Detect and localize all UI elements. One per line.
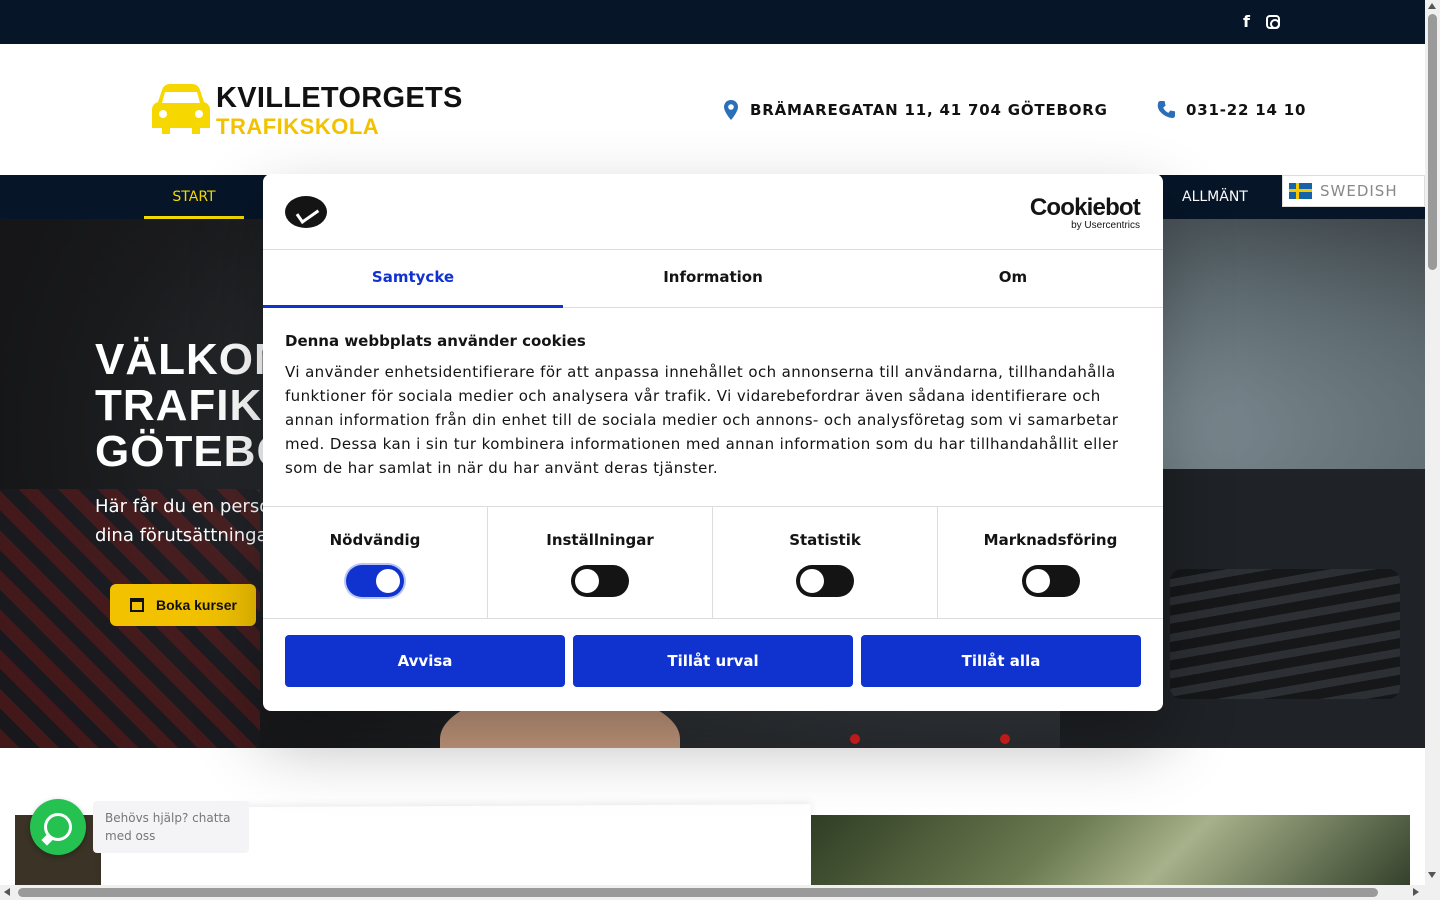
dialog-body: Denna webbplats använder cookies Vi anvä… [285,332,1141,480]
toggle-label: Inställningar [546,531,654,549]
red-light-dot [1000,734,1010,744]
cookie-consent-dialog: Cookiebot by Usercentrics Samtycke Infor… [263,174,1163,711]
logo-title[interactable]: KVILLETORGETS [216,82,463,115]
vertical-scrollbar[interactable] [1425,0,1440,900]
toggle-label: Marknadsföring [983,531,1118,549]
allow-all-button[interactable]: Tillåt alla [861,635,1141,687]
dialog-heading: Denna webbplats använder cookies [285,332,586,350]
phone-block[interactable]: 031-22 14 10 [1157,100,1306,119]
whatsapp-chat-button[interactable] [30,799,86,855]
tab-information[interactable]: Information [563,250,863,308]
consent-toggles: Nödvändig Inställningar Statistik Markna… [263,506,1163,619]
book-courses-button[interactable]: Boka kurser [110,584,256,626]
chat-help-label[interactable]: Behövs hjälp? chatta med oss [93,801,249,853]
toggle-knob [575,569,599,593]
air-vent-image-area [1170,569,1400,699]
dialog-header: Cookiebot by Usercentrics [263,174,1163,250]
address-text: BRÄMAREGATAN 11, 41 704 GÖTEBORG [750,101,1108,119]
swedish-flag-icon [1289,183,1312,199]
tab-samtycke[interactable]: Samtycke [263,250,563,308]
horizontal-scrollbar[interactable] [0,885,1425,900]
language-label: SWEDISH [1320,182,1398,200]
right-image-area [811,815,1410,888]
brand-name: Cookiebot [1029,194,1141,221]
hero-subtitle-line: Här får du en perso [95,496,271,517]
preferences-toggle[interactable] [571,565,629,597]
toggle-group-marknadsforing: Marknadsföring [938,507,1163,619]
book-courses-label: Boka kurser [156,597,237,613]
necessary-toggle[interactable] [346,565,404,597]
language-selector[interactable]: SWEDISH [1282,175,1425,207]
vertical-scroll-thumb[interactable] [1428,14,1437,270]
phone-text[interactable]: 031-22 14 10 [1186,101,1306,119]
toggle-label: Nödvändig [329,531,421,549]
nav-item-allmant[interactable]: ALLMÄNT [1182,175,1248,219]
scroll-left-arrow-icon[interactable] [4,888,10,896]
top-bar: f [0,0,1425,44]
location-pin-icon [724,100,738,120]
toggle-group-statistik: Statistik [713,507,938,619]
statistics-toggle[interactable] [796,565,854,597]
whatsapp-icon [44,813,72,841]
instagram-icon[interactable] [1266,15,1280,29]
brand-sub: by Usercentrics [1071,220,1140,231]
toggle-knob [376,569,400,593]
car-logo-icon[interactable] [152,84,210,136]
scroll-down-arrow-icon[interactable] [1428,872,1436,878]
toggle-knob [800,569,824,593]
phone-icon [1157,100,1176,119]
calendar-icon [130,598,144,612]
dialog-tabs: Samtycke Information Om [263,250,1163,308]
site-header: KVILLETORGETS TRAFIKSKOLA BRÄMAREGATAN 1… [0,44,1425,175]
scroll-up-arrow-icon[interactable] [1428,3,1436,9]
dialog-text: Vi använder enhetsidentifierare för att … [285,363,1119,477]
toggle-group-nodvandig: Nödvändig [263,507,488,619]
toggle-label: Statistik [789,531,861,549]
dialog-buttons: Avvisa Tillåt urval Tillåt alla [285,635,1141,687]
tab-om[interactable]: Om [863,250,1163,308]
logo-subtitle[interactable]: TRAFIKSKOLA [216,114,379,140]
address-block: BRÄMAREGATAN 11, 41 704 GÖTEBORG [724,100,1108,120]
toggle-knob [1025,569,1050,593]
hero-subtitle: Här får du en perso dina förutsättninga [95,492,270,550]
horizontal-scroll-thumb[interactable] [18,888,1378,897]
marketing-toggle[interactable] [1021,565,1080,597]
toggle-group-installningar: Inställningar [488,507,713,619]
cookiebot-brand[interactable]: Cookiebot by Usercentrics [1029,194,1141,232]
hero-subtitle-line: dina förutsättninga [95,525,268,546]
reject-button[interactable]: Avvisa [285,635,565,687]
facebook-icon[interactable]: f [1243,13,1250,31]
scroll-right-arrow-icon[interactable] [1413,888,1419,896]
allow-selection-button[interactable]: Tillåt urval [573,635,853,687]
nav-item-start[interactable]: START [144,175,244,219]
cookiebot-logo-icon [285,196,327,228]
red-light-dot [850,734,860,744]
